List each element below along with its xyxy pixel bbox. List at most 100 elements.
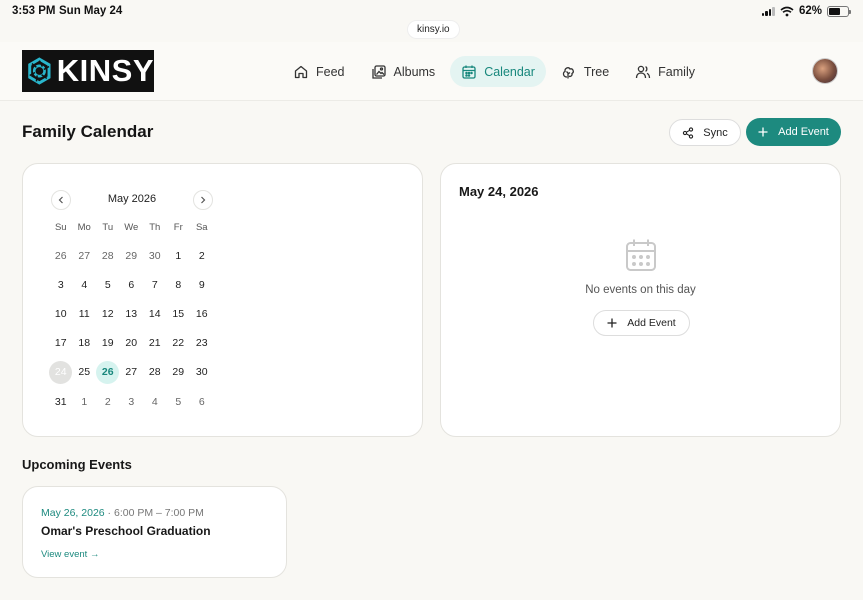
nav-calendar-label: Calendar <box>484 64 535 79</box>
battery-percent: 62% <box>798 5 822 17</box>
calendar-day-number: 2 <box>198 249 205 262</box>
wifi-icon <box>780 6 794 16</box>
calendar-day-number: 10 <box>54 307 67 320</box>
calendar-day[interactable]: 22 <box>167 329 191 358</box>
calendar-day[interactable]: 1 <box>73 387 97 416</box>
calendar-day-selected[interactable]: 24 <box>49 358 73 387</box>
calendar-day-number: 26 <box>54 249 67 262</box>
calendar-day[interactable]: 12 <box>96 299 120 328</box>
calendar-day[interactable]: 5 <box>96 270 120 299</box>
calendar-card: May 2026 Su Mo Tu We Th Fr Sa 26 27 28 29 30 1 2 3 4 5 6… <box>22 163 423 437</box>
calendar-day[interactable]: 26 <box>49 241 73 270</box>
add-event-label: Add Event <box>778 126 829 138</box>
calendar-day[interactable]: 1 <box>167 241 191 270</box>
event-date: May 26, 2026 <box>41 507 105 519</box>
calendar-day[interactable]: 27 <box>73 241 97 270</box>
calendar-day-number: 14 <box>148 307 161 320</box>
weekday-label: Fr <box>173 222 183 233</box>
nav-tree[interactable]: Tree <box>550 56 620 87</box>
nav-feed-label: Feed <box>316 64 345 79</box>
calendar-day-number: 28 <box>148 366 161 379</box>
calendar-day[interactable]: 31 <box>49 387 73 416</box>
calendar-day-number: 11 <box>78 307 90 320</box>
calendar-day-number: 23 <box>195 337 208 350</box>
view-event-link[interactable]: View event → <box>41 549 99 560</box>
calendar-day[interactable]: 8 <box>167 270 191 299</box>
calendar-day-number: 27 <box>78 249 91 262</box>
url-bar[interactable]: kinsy.io <box>408 21 459 38</box>
calendar-day-today[interactable]: 26 <box>96 358 120 387</box>
calendar-day[interactable]: 30 <box>190 358 214 387</box>
empty-calendar-icon <box>626 239 656 271</box>
calendar-day[interactable]: 13 <box>120 299 144 328</box>
calendar-day[interactable]: 21 <box>143 329 167 358</box>
calendar-day[interactable]: 28 <box>96 241 120 270</box>
plus-icon <box>607 318 617 328</box>
calendar-day-number: 22 <box>172 337 185 350</box>
calendar-day-number: 6 <box>198 395 205 408</box>
nav-family-label: Family <box>658 64 695 79</box>
calendar-day-number: 29 <box>172 366 185 379</box>
calendar-day[interactable]: 25 <box>73 358 97 387</box>
calendar-day[interactable]: 6 <box>120 270 144 299</box>
calendar-day[interactable]: 3 <box>120 387 144 416</box>
calendar-day-number: 12 <box>101 307 114 320</box>
calendar-day-number: 30 <box>148 249 161 262</box>
calendar-day-number: 17 <box>54 337 67 350</box>
calendar-day[interactable]: 5 <box>167 387 191 416</box>
calendar-day[interactable]: 15 <box>167 299 191 328</box>
calendar-day[interactable]: 2 <box>190 241 214 270</box>
add-event-button[interactable]: Add Event <box>746 118 841 146</box>
calendar-day-number: 15 <box>172 307 185 320</box>
weekday-label: Mo <box>77 222 91 233</box>
status-date: Sun May 24 <box>59 5 123 17</box>
nav-albums[interactable]: Albums <box>360 56 447 87</box>
calendar-day[interactable]: 17 <box>49 329 73 358</box>
selected-date-title: May 24, 2026 <box>459 184 539 199</box>
calendar-day[interactable]: 27 <box>120 358 144 387</box>
logo[interactable]: KINSY <box>22 50 154 92</box>
calendar-day[interactable]: 19 <box>96 329 120 358</box>
calendar-day-number: 9 <box>198 278 205 291</box>
weekday-label: Su <box>54 222 67 233</box>
calendar-day-number: 7 <box>151 278 158 291</box>
next-month-button[interactable] <box>193 190 213 210</box>
calendar-day[interactable]: 16 <box>190 299 214 328</box>
calendar-day[interactable]: 2 <box>96 387 120 416</box>
calendar-day[interactable]: 28 <box>143 358 167 387</box>
calendar-day[interactable]: 4 <box>73 270 97 299</box>
calendar-day[interactable]: 29 <box>120 241 144 270</box>
calendar-day[interactable]: 14 <box>143 299 167 328</box>
nav-feed[interactable]: Feed <box>282 56 356 87</box>
event-card[interactable]: May 26, 2026 · 6:00 PM – 7:00 PM Omar's … <box>22 486 287 578</box>
nav-calendar[interactable]: Calendar <box>450 56 546 87</box>
nav-family[interactable]: Family <box>624 56 706 87</box>
calendar-day[interactable]: 10 <box>49 299 73 328</box>
calendar-day-number: 16 <box>195 307 208 320</box>
calendar-day[interactable]: 7 <box>143 270 167 299</box>
calendar-day[interactable]: 29 <box>167 358 191 387</box>
day-add-event-button[interactable]: Add Event <box>593 310 690 336</box>
calendar-day[interactable]: 11 <box>73 299 97 328</box>
calendar-day[interactable]: 6 <box>190 387 214 416</box>
calendar-day[interactable]: 4 <box>143 387 167 416</box>
empty-state-text: No events on this day <box>585 284 696 296</box>
calendar-day-number: 4 <box>81 278 88 291</box>
calendar-day[interactable]: 3 <box>49 270 73 299</box>
calendar-day-number: 25 <box>78 366 91 379</box>
calendar-day-number: 3 <box>57 278 64 291</box>
calendar-day-number: 24 <box>49 360 73 384</box>
calendar-day[interactable]: 9 <box>190 270 214 299</box>
calendar-day[interactable]: 20 <box>120 329 144 358</box>
day-add-event-label: Add Event <box>627 317 676 329</box>
calendar-month-label: May 2026 <box>107 193 157 205</box>
plus-icon <box>758 127 768 137</box>
sync-button[interactable]: Sync <box>669 119 741 146</box>
calendar-day-number: 19 <box>101 337 114 350</box>
calendar-day[interactable]: 23 <box>190 329 214 358</box>
avatar[interactable] <box>813 59 837 83</box>
calendar-day-number: 1 <box>175 249 182 262</box>
calendar-icon <box>462 65 476 79</box>
calendar-day[interactable]: 30 <box>143 241 167 270</box>
calendar-day[interactable]: 18 <box>73 329 97 358</box>
